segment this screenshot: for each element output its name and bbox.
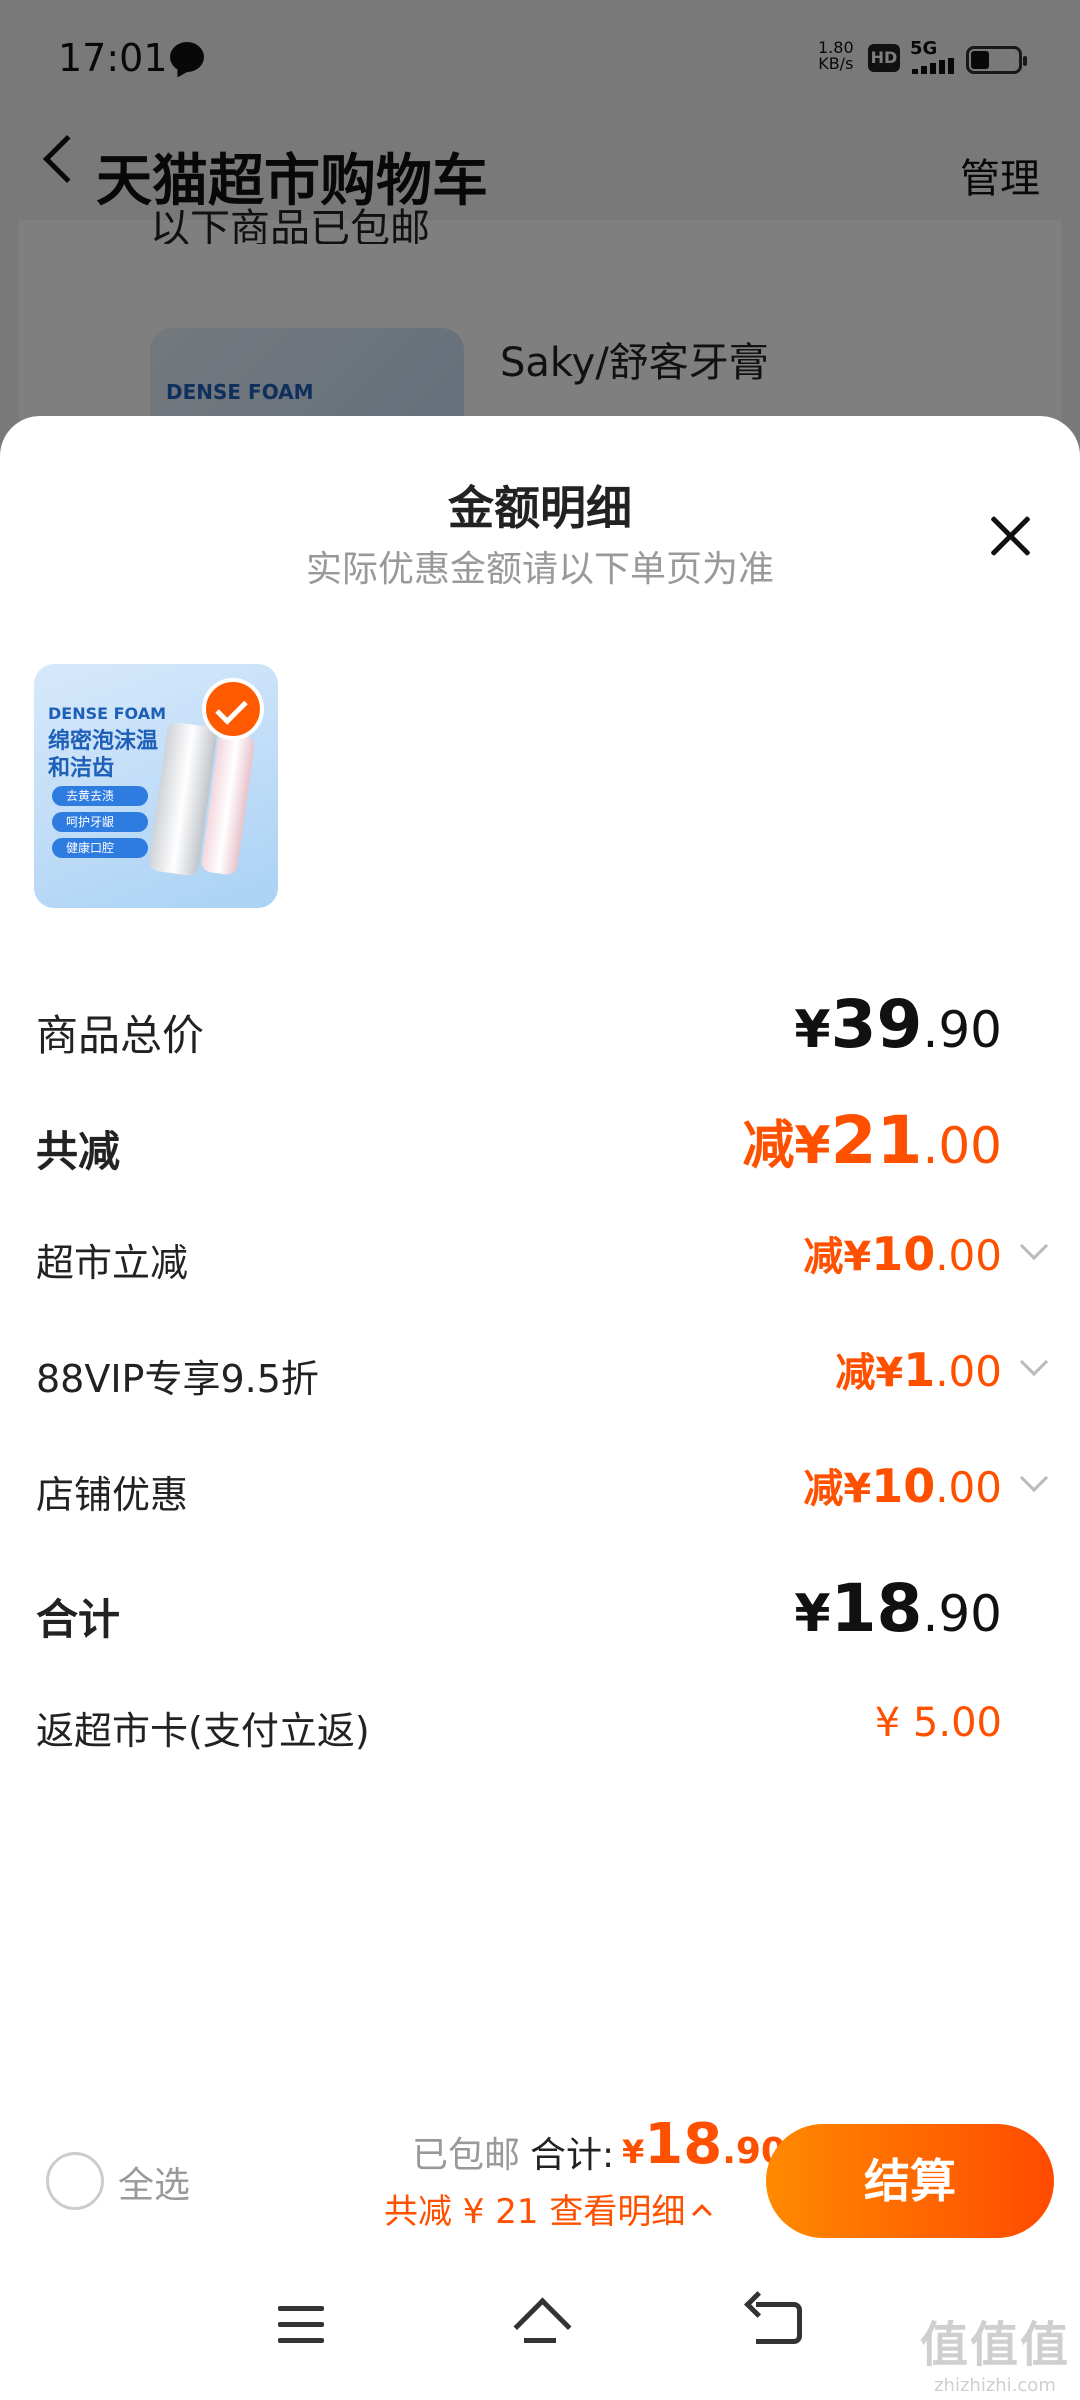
chevron-down-icon[interactable] <box>1019 1347 1049 1377</box>
thumbnail-headline: 绵密泡沫温和洁齿 <box>48 729 159 781</box>
view-details-link[interactable]: 共减 ¥ 21 查看明细 <box>384 2184 713 2233</box>
thumbnail-feature: 呵护牙龈 <box>52 812 148 832</box>
select-all-checkbox[interactable] <box>46 2152 104 2210</box>
product-thumbnail[interactable]: DENSE FOAM 绵密泡沫温和洁齿 去黄去渍 呵护牙龈 健康口腔 <box>34 664 278 908</box>
savings-text: 共减 ¥ 21 查看明细 <box>384 2192 686 2232</box>
row-label: 88VIP专享9.5折 <box>36 1357 319 1401</box>
total-label: 合计: <box>530 2135 615 2176</box>
select-all-label[interactable]: 全选 <box>118 2156 190 2208</box>
row-value: 减¥21.00 <box>742 1102 1002 1179</box>
thumbnail-feature: 去黄去渍 <box>52 786 148 806</box>
shipping-label: 已包邮 <box>412 2135 521 2176</box>
row-label: 商品总价 <box>36 1011 205 1060</box>
sheet-subtitle: 实际优惠金额请以下单页为准 <box>305 549 774 590</box>
close-icon[interactable] <box>980 506 1040 566</box>
row-label: 共减 <box>36 1127 121 1176</box>
row-value: ¥39.90 <box>794 986 1002 1063</box>
chevron-down-icon[interactable] <box>1019 1231 1049 1261</box>
watermark-main: 值值值 <box>919 2317 1070 2373</box>
checkout-button[interactable]: 结算 <box>766 2124 1054 2238</box>
row-value: 减¥1.00 <box>835 1343 1002 1397</box>
total-amount: ¥18.90 <box>622 2112 786 2177</box>
sheet-title: 金额明细 <box>448 481 632 535</box>
thumbnail-feature: 健康口腔 <box>52 838 148 858</box>
selected-check-icon[interactable] <box>202 678 264 740</box>
row-value: ¥18.90 <box>794 1570 1002 1647</box>
row-label: 合计 <box>36 1595 121 1644</box>
row-value: 减¥10.00 <box>803 1459 1002 1513</box>
row-label: 返超市卡(支付立返) <box>36 1709 370 1753</box>
back-icon[interactable] <box>756 2302 802 2344</box>
row-value: ¥ 5.00 <box>874 1700 1002 1746</box>
row-value: 减¥10.00 <box>803 1227 1002 1281</box>
home-icon[interactable] <box>512 2298 568 2350</box>
chevron-down-icon[interactable] <box>1019 1463 1049 1493</box>
checkout-bar: 全选 已包邮 合计: ¥18.90 共减 ¥ 21 查看明细 结算 <box>0 2098 1080 2258</box>
system-nav-bar: 值值值 zhizhizhi.com <box>0 2258 1080 2400</box>
watermark-sub: zhizhizhi.com <box>934 2375 1056 2396</box>
chevron-up-icon <box>692 2203 713 2224</box>
thumbnail-brand: DENSE FOAM <box>48 704 167 723</box>
watermark-logo: 值值值 zhizhizhi.com <box>920 2305 1070 2396</box>
row-label: 超市立减 <box>36 1241 189 1285</box>
row-label: 店铺优惠 <box>36 1473 189 1517</box>
menu-icon[interactable] <box>278 2306 324 2344</box>
